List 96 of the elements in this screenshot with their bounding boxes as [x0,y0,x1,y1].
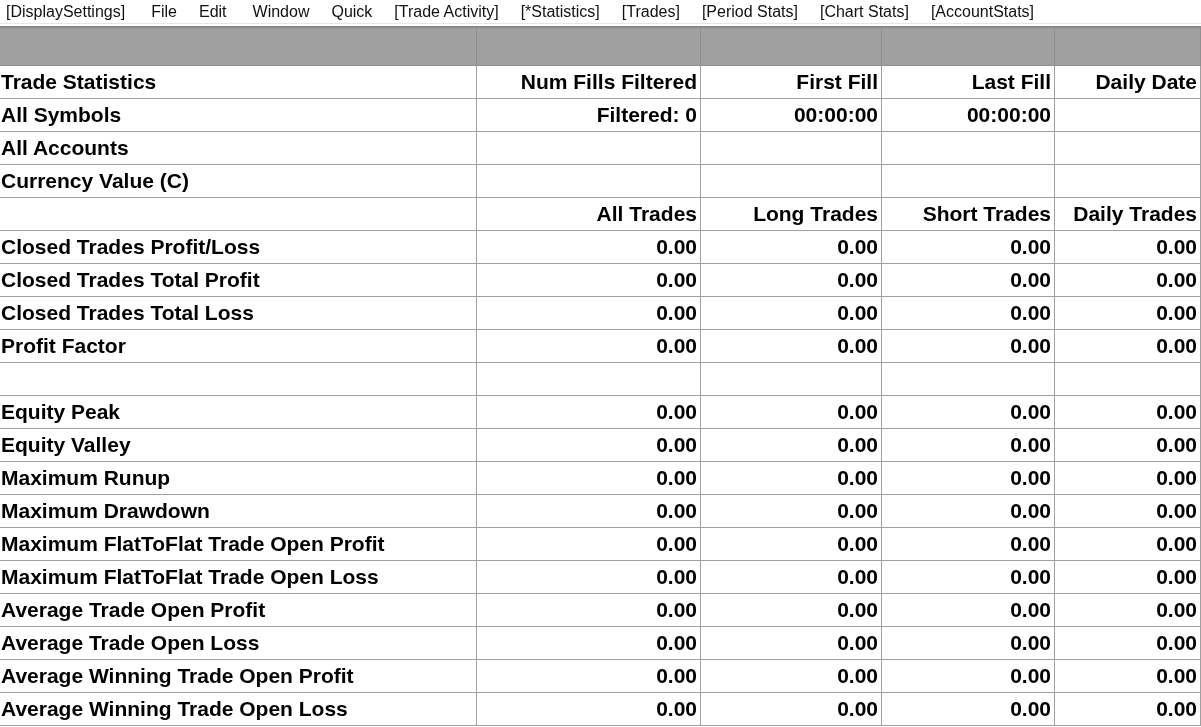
row-label: Maximum FlatToFlat Trade Open Profit [0,528,477,561]
table-cell: 0.00 [1055,660,1201,693]
row-label: Maximum FlatToFlat Trade Open Loss [0,561,477,594]
row-label: Profit Factor [0,330,477,363]
table-cell: 0.00 [701,297,882,330]
menu-item[interactable]: [*Statistics] [520,2,600,21]
table-cell: 0.00 [477,561,701,594]
table-cell: 0.00 [1055,297,1201,330]
table-cell: 0.00 [1055,396,1201,429]
table-cell: 0.00 [882,396,1055,429]
table-cell: Num Fills Filtered [477,66,701,99]
table-cell: 0.00 [882,330,1055,363]
table-cell: 0.00 [882,627,1055,660]
table-cell: 0.00 [882,429,1055,462]
table-cell: 0.00 [1055,594,1201,627]
table-cell: 0.00 [701,231,882,264]
table-cell: 0.00 [1055,462,1201,495]
menu-item[interactable]: [Trade Activity] [394,2,499,21]
table-cell: 0.00 [477,693,701,726]
row-label: Maximum Drawdown [0,495,477,528]
menu-item[interactable]: Quick [331,2,373,21]
row-label: Equity Valley [0,429,477,462]
table-cell: 0.00 [882,264,1055,297]
table-cell: Short Trades [882,198,1055,231]
menu-item[interactable]: [AccountStats] [930,2,1035,21]
row-label: All Accounts [0,132,477,165]
table-cell: 0.00 [882,660,1055,693]
table-cell: 0.00 [701,594,882,627]
table-cell: 0.00 [1055,561,1201,594]
table-cell: 0.00 [701,495,882,528]
table-cell: All Trades [477,198,701,231]
table-cell: 0.00 [882,528,1055,561]
row-label: Average Winning Trade Open Loss [0,693,477,726]
table-cell: 0.00 [701,429,882,462]
table-cell: 0.00 [477,429,701,462]
table-cell: 0.00 [882,693,1055,726]
table-cell: 0.00 [701,330,882,363]
menu-item[interactable]: [DisplaySettings] [6,2,126,21]
table-cell: 0.00 [882,231,1055,264]
table-cell: Filtered: 0 [477,99,701,132]
table-cell: 0.00 [477,627,701,660]
table-cell: 0.00 [701,264,882,297]
table-cell: 0.00 [1055,231,1201,264]
table-cell: 0.00 [477,330,701,363]
table-cell: 0.00 [882,297,1055,330]
table-cell: 0.00 [477,495,701,528]
table-cell: 0.00 [701,528,882,561]
table-cell: Long Trades [701,198,882,231]
row-label: Closed Trades Profit/Loss [0,231,477,264]
table-cell: 0.00 [477,297,701,330]
row-label: All Symbols [0,99,477,132]
table-cell: Daily Date [1055,66,1201,99]
table-cell: 0.00 [477,462,701,495]
row-label: Currency Value (C) [0,165,477,198]
menu-item[interactable]: File [151,2,177,21]
table-cell: 0.00 [1055,330,1201,363]
table-cell: 0.00 [477,528,701,561]
table-cell: 0.00 [882,594,1055,627]
table-cell: Daily Trades [1055,198,1201,231]
table-cell: Last Fill [882,66,1055,99]
table-cell: 0.00 [1055,264,1201,297]
table-cell: 0.00 [701,396,882,429]
table-cell: 0.00 [477,396,701,429]
table-cell: 0.00 [1055,495,1201,528]
menu-item[interactable]: Edit [198,2,227,21]
row-label: Trade Statistics [0,66,477,99]
row-label: Average Trade Open Profit [0,594,477,627]
table-cell: 0.00 [1055,693,1201,726]
row-label: Average Trade Open Loss [0,627,477,660]
table-cell: 00:00:00 [882,99,1055,132]
table-cell: First Fill [701,66,882,99]
table-cell: 0.00 [1055,627,1201,660]
menu-item[interactable]: [Chart Stats] [819,2,909,21]
table-cell: 0.00 [701,561,882,594]
table-cell: 0.00 [701,462,882,495]
table-cell: 0.00 [477,231,701,264]
row-label: Maximum Runup [0,462,477,495]
table-cell: 0.00 [701,660,882,693]
row-label: Average Winning Trade Open Profit [0,660,477,693]
menu-item[interactable]: [Period Stats] [701,2,798,21]
table-cell: 0.00 [882,495,1055,528]
menu-item[interactable]: Window [252,2,310,21]
menu-item[interactable]: [Trades] [621,2,680,21]
table-cell: 0.00 [477,264,701,297]
row-label: Closed Trades Total Profit [0,264,477,297]
row-label: Equity Peak [0,396,477,429]
table-cell: 0.00 [701,693,882,726]
table-cell: 0.00 [477,660,701,693]
row-label: Closed Trades Total Loss [0,297,477,330]
table-cell: 00:00:00 [701,99,882,132]
table-cell: 0.00 [882,561,1055,594]
table-cell: 0.00 [477,594,701,627]
table-cell: 0.00 [882,462,1055,495]
table-cell: 0.00 [701,627,882,660]
table-cell: 0.00 [1055,429,1201,462]
table-cell: 0.00 [1055,528,1201,561]
